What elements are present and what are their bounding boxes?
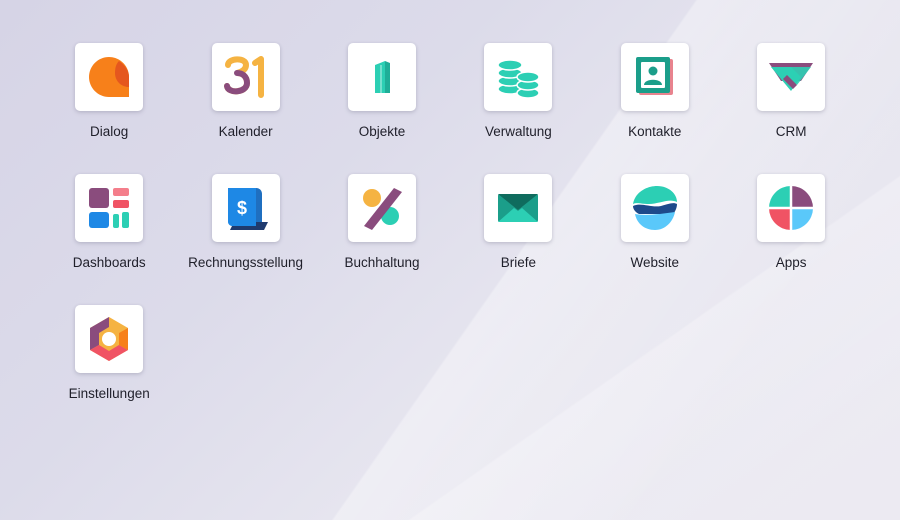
app-dialog[interactable]: Dialog xyxy=(41,43,177,174)
app-tile[interactable] xyxy=(211,43,280,111)
app-label: Website xyxy=(630,255,680,270)
coin-stacks-icon xyxy=(497,59,541,99)
app-tile[interactable] xyxy=(347,174,416,242)
app-buchhaltung[interactable]: Buchhaltung xyxy=(314,174,450,305)
app-objekte[interactable]: Objekte xyxy=(314,43,450,174)
app-briefe[interactable]: Briefe xyxy=(450,174,586,305)
app-label: Dialog xyxy=(90,124,129,139)
app-crm[interactable]: CRM xyxy=(723,43,859,174)
app-grid: Dialog Kalender Objekte Verwaltung Konta… xyxy=(41,43,859,436)
app-label: Buchhaltung xyxy=(344,255,420,270)
handshake-icon xyxy=(769,63,814,91)
app-tile[interactable] xyxy=(347,43,416,111)
calendar-31-icon xyxy=(223,56,264,98)
app-kontakte[interactable]: Kontakte xyxy=(587,43,723,174)
app-kalender[interactable]: Kalender xyxy=(177,43,313,174)
app-label: Verwaltung xyxy=(484,124,552,139)
app-tile[interactable] xyxy=(620,174,689,242)
app-label: Kontakte xyxy=(628,124,682,139)
app-verwaltung[interactable]: Verwaltung xyxy=(450,43,586,174)
chat-bubble-icon xyxy=(89,57,130,97)
app-tile[interactable] xyxy=(75,43,144,111)
svg-text:$: $ xyxy=(237,198,247,218)
app-label: Dashboards xyxy=(72,255,146,270)
app-label: Einstellungen xyxy=(68,386,150,401)
globe-waves-icon xyxy=(632,186,677,230)
app-label: Rechnungsstellung xyxy=(188,255,303,270)
app-rechnungsstellung[interactable]: $ Rechnungsstellung xyxy=(177,174,313,305)
apps-drop-icon xyxy=(767,184,816,232)
app-tile[interactable] xyxy=(75,174,144,242)
app-apps[interactable]: Apps xyxy=(723,174,859,305)
door-icon xyxy=(374,61,390,93)
app-website[interactable]: Website xyxy=(587,174,723,305)
envelope-icon xyxy=(498,194,539,222)
dashboard-tiles-icon xyxy=(89,188,130,228)
app-tile[interactable] xyxy=(484,174,553,242)
app-tile[interactable] xyxy=(757,43,826,111)
app-label: Apps xyxy=(775,255,807,270)
app-label: Briefe xyxy=(500,255,536,270)
percent-icon xyxy=(362,188,402,230)
app-tile[interactable] xyxy=(484,43,553,111)
app-tile[interactable] xyxy=(757,174,826,242)
app-einstellungen[interactable]: Einstellungen xyxy=(41,305,177,436)
app-label: Kalender xyxy=(218,124,273,139)
app-tile[interactable]: $ xyxy=(211,174,280,242)
invoice-dollar-icon: $ xyxy=(227,188,268,230)
contact-card-icon xyxy=(635,57,673,95)
app-label: CRM xyxy=(775,124,807,139)
app-tile[interactable] xyxy=(620,43,689,111)
app-tile[interactable] xyxy=(75,305,144,373)
app-label: Objekte xyxy=(358,124,406,139)
settings-hexagon-icon xyxy=(90,317,129,361)
app-dashboards[interactable]: Dashboards xyxy=(41,174,177,305)
